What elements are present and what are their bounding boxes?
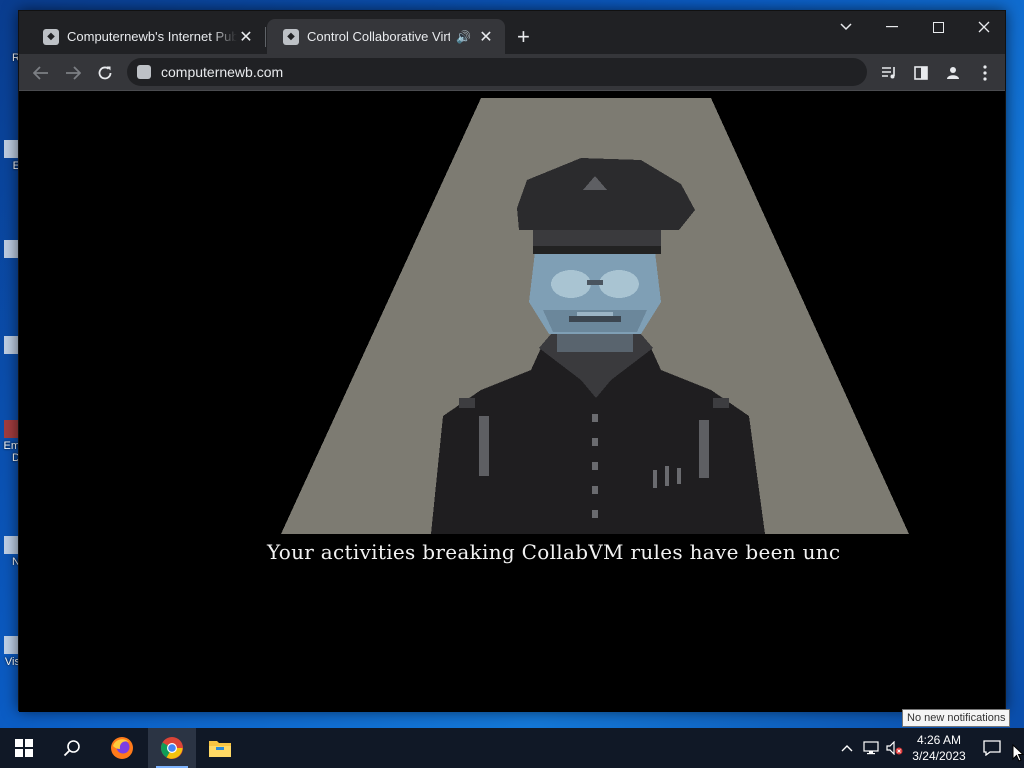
officer-spotlight-illustration	[281, 98, 909, 534]
search-icon	[63, 740, 80, 757]
profile-button[interactable]	[939, 59, 967, 87]
desktop-icon-recycle[interactable]: R	[0, 52, 20, 64]
tab-title: Control Collaborative Virtual Machines!	[307, 29, 451, 44]
clock-time: 4:26 AM	[916, 733, 962, 747]
desktop-icon-3[interactable]	[0, 240, 20, 260]
chrome-icon	[161, 737, 183, 759]
clock[interactable]: 4:26 AM 3/24/2023	[908, 728, 970, 768]
desktop-icon-edge[interactable]: E	[0, 140, 20, 172]
menu-icon	[983, 65, 987, 81]
firefox-icon	[111, 737, 133, 759]
start-button[interactable]	[0, 728, 48, 768]
computernewb-favicon-icon: ◆	[43, 28, 59, 45]
side-panel-icon	[914, 66, 928, 80]
network-icon	[863, 741, 879, 755]
chevron-down-icon	[840, 23, 852, 31]
volume-muted-icon	[886, 741, 903, 755]
address-text: computernewb.com	[161, 64, 284, 80]
desktop-icon-4[interactable]	[0, 336, 20, 356]
back-button[interactable]	[27, 59, 55, 87]
forward-button[interactable]	[59, 59, 87, 87]
forward-arrow-icon	[66, 66, 81, 80]
site-info-icon[interactable]	[137, 65, 151, 79]
windows-start-icon	[15, 739, 33, 757]
profile-icon	[947, 67, 959, 79]
taskbar: 4:26 AM 3/24/2023	[0, 728, 1024, 768]
taskbar-file-explorer[interactable]	[196, 728, 244, 768]
new-tab-button[interactable]: +	[517, 24, 530, 50]
show-hidden-icons-button[interactable]	[836, 728, 858, 768]
reload-icon	[98, 66, 112, 80]
clock-date: 3/24/2023	[912, 749, 966, 763]
chevron-up-icon	[841, 745, 853, 752]
side-panel-button[interactable]	[907, 59, 935, 87]
page-content: Your activities breaking CollabVM rules …	[19, 92, 1005, 712]
mouse-cursor-icon	[1012, 744, 1024, 762]
tab-close-icon[interactable]: ✕	[477, 27, 495, 47]
reload-button[interactable]	[91, 59, 119, 87]
tab-pub-hub[interactable]: ◆ Computernewb's Internet Pub Hub ✕	[27, 19, 265, 54]
back-arrow-icon	[33, 66, 48, 80]
action-center-button[interactable]	[978, 728, 1006, 768]
ban-message: Your activities breaking CollabVM rules …	[267, 540, 841, 564]
search-button[interactable]	[48, 728, 96, 768]
browser-window: ◆ Computernewb's Internet Pub Hub ✕ ◆ Co…	[18, 10, 1006, 712]
tab-title: Computernewb's Internet Pub Hub	[67, 29, 237, 44]
desktop-icon-n[interactable]: N	[0, 536, 20, 568]
notification-icon	[983, 740, 1001, 756]
file-explorer-icon	[209, 741, 231, 757]
media-control-button[interactable]	[875, 59, 903, 87]
taskbar-firefox[interactable]	[98, 728, 146, 768]
volume-button[interactable]	[884, 728, 906, 768]
media-control-icon	[882, 67, 895, 79]
maximize-icon	[932, 21, 944, 33]
tab-divider	[265, 27, 266, 47]
speaker-icon[interactable]: 🔊	[456, 30, 471, 44]
notification-tooltip: No new notifications	[902, 709, 1011, 727]
browser-toolbar: computernewb.com	[19, 54, 1005, 91]
minimize-icon	[886, 26, 898, 28]
desktop-icon-vis[interactable]: Vis	[0, 636, 20, 668]
tab-close-icon[interactable]: ✕	[237, 27, 255, 47]
desktop-icon-emulator[interactable]: Em D	[0, 420, 20, 464]
computernewb-favicon-icon: ◆	[283, 28, 299, 45]
address-bar[interactable]: computernewb.com	[127, 58, 867, 86]
tab-strip: ◆ Computernewb's Internet Pub Hub ✕ ◆ Co…	[19, 11, 1005, 54]
close-icon	[978, 21, 990, 33]
tab-search-button[interactable]	[823, 11, 869, 43]
minimize-button[interactable]	[869, 11, 915, 43]
network-button[interactable]	[860, 728, 882, 768]
browser-menu-button[interactable]	[971, 59, 999, 87]
taskbar-chrome[interactable]	[148, 728, 196, 768]
close-window-button[interactable]	[961, 11, 1007, 43]
maximize-button[interactable]	[915, 11, 961, 43]
tab-collabvm[interactable]: ◆ Control Collaborative Virtual Machines…	[267, 19, 505, 54]
